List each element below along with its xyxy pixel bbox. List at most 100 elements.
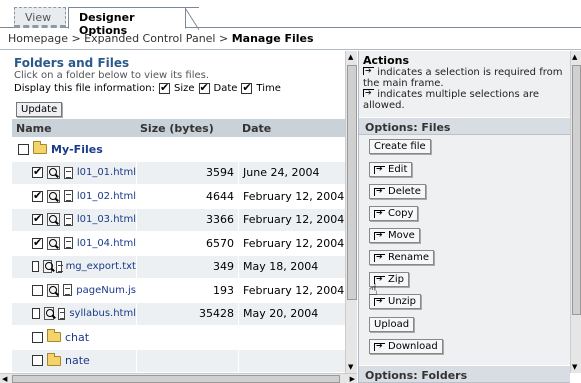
folder-link[interactable]: My-Files	[51, 143, 103, 156]
table-row[interactable]: mg_export.txt 349 May 18, 2004	[12, 255, 353, 279]
size-cell: 35428	[136, 302, 238, 325]
row-checkbox[interactable]	[32, 189, 43, 202]
table-row[interactable]: pageNum.js 193 February 12, 2004	[12, 279, 353, 303]
copy-button[interactable]: Copy	[369, 206, 419, 221]
file-link[interactable]: syllabus.html	[69, 308, 136, 319]
scroll-right-icon[interactable]: ▶	[350, 375, 355, 383]
folder-icon	[47, 352, 61, 366]
scroll-down-icon[interactable]: ▼	[572, 363, 577, 371]
file-link[interactable]: l01_01.html	[77, 167, 136, 178]
selection-icon	[374, 230, 385, 240]
actions-pane: Actions indicates a selection is require…	[358, 51, 570, 383]
size-cell: 6570	[136, 232, 238, 255]
table-row[interactable]: l01_04.html6570February 12, 2004	[12, 232, 353, 256]
file-link[interactable]: mg_export.txt	[66, 261, 136, 272]
name-cell: l01_04.html	[12, 236, 136, 250]
scroll-thumb[interactable]	[347, 65, 357, 300]
move-label: Move	[388, 230, 415, 241]
tab-designer-options[interactable]: Designer Options	[68, 7, 199, 37]
preview-icon[interactable]	[46, 236, 60, 250]
file-link[interactable]: l01_02.html	[77, 191, 136, 202]
name-cell: l01_01.html	[12, 165, 136, 180]
row-checkbox[interactable]	[32, 236, 43, 249]
rename-button[interactable]: Rename	[369, 250, 435, 265]
file-link[interactable]: l01_03.html	[77, 214, 136, 225]
table-row[interactable]: chat	[12, 326, 353, 350]
hscroll-thumb[interactable]	[12, 375, 340, 383]
date-cell	[238, 138, 353, 161]
table-row[interactable]: l01_01.html3594June 24, 2004	[12, 161, 353, 185]
preview-icon[interactable]	[46, 189, 60, 203]
create-file-button[interactable]: Create file	[369, 139, 431, 154]
scroll-left-icon[interactable]: ◀	[2, 375, 7, 383]
row-checkbox[interactable]	[32, 212, 43, 226]
breadcrumb-path[interactable]: Homepage > Expanded Control Panel >	[8, 32, 232, 45]
name-cell: mg_export.txt	[12, 260, 136, 274]
tab-view[interactable]: View	[14, 7, 66, 28]
date-label: Date	[213, 83, 238, 94]
table-row[interactable]: nate	[12, 349, 353, 373]
display-label: Display this file information:	[14, 83, 155, 94]
name-cell: pageNum.js	[12, 283, 136, 297]
size-checkbox[interactable]	[158, 81, 170, 94]
file-link[interactable]: l01_04.html	[77, 238, 136, 249]
display-options: Display this file information: Size Date…	[14, 81, 281, 94]
delete-button[interactable]: Delete	[369, 184, 426, 199]
download-button[interactable]: Download	[369, 339, 443, 354]
file-icon	[63, 166, 73, 179]
time-checkbox[interactable]	[241, 81, 253, 94]
scroll-thumb[interactable]	[572, 65, 581, 315]
breadcrumb-current: Manage Files	[231, 32, 314, 45]
date-cell: February 12, 2004	[238, 279, 353, 302]
row-checkbox[interactable]	[32, 331, 43, 343]
actions-legend: Actions indicates a selection is require…	[363, 55, 568, 111]
options-files-header: Options: Files	[359, 117, 570, 135]
col-size-header[interactable]: Size (bytes)	[136, 119, 238, 137]
size-cell	[136, 326, 238, 349]
update-button[interactable]: Update	[16, 102, 63, 117]
file-browser-pane: Folders and Files Click on a folder belo…	[6, 51, 353, 373]
left-vertical-scrollbar[interactable]: ▲ ▼	[345, 51, 357, 373]
name-cell: l01_02.html	[12, 189, 136, 203]
file-link[interactable]: pageNum.js	[76, 285, 136, 296]
delete-label: Delete	[388, 186, 421, 197]
preview-icon[interactable]	[44, 307, 55, 321]
upload-button[interactable]: Upload	[369, 317, 415, 332]
table-row[interactable]: My-Files	[12, 138, 353, 162]
row-checkbox[interactable]	[32, 261, 40, 273]
size-cell: 349	[136, 255, 238, 278]
move-button[interactable]: Move	[369, 228, 420, 243]
row-checkbox[interactable]	[32, 284, 43, 296]
col-name-header[interactable]: Name	[12, 119, 136, 137]
preview-icon[interactable]	[43, 260, 54, 274]
name-cell: My-Files	[12, 141, 136, 156]
folder-link[interactable]: chat	[65, 331, 89, 344]
left-horizontal-scrollbar[interactable]: ◀ ▶	[0, 373, 357, 383]
right-vertical-scrollbar[interactable]: ▲ ▼	[570, 51, 581, 373]
multiple-selection-icon	[363, 87, 374, 98]
preview-icon[interactable]	[46, 213, 60, 227]
preview-icon[interactable]	[46, 283, 60, 297]
date-checkbox[interactable]	[198, 81, 210, 94]
folder-link[interactable]: nate	[65, 354, 90, 367]
table-row[interactable]: l01_03.html3366February 12, 2004	[12, 208, 353, 232]
row-checkbox[interactable]	[32, 308, 41, 320]
note-selection-required: indicates a selection is required from t…	[363, 67, 563, 89]
date-cell: February 12, 2004	[238, 232, 353, 255]
preview-icon[interactable]	[46, 166, 60, 180]
table-row[interactable]: syllabus.html 35428 May 20, 2004	[12, 302, 353, 326]
row-checkbox[interactable]	[32, 165, 43, 179]
size-cell: 193	[136, 279, 238, 302]
date-cell: May 18, 2004	[238, 255, 353, 278]
row-checkbox[interactable]	[32, 355, 43, 367]
edit-button[interactable]: Edit	[369, 162, 413, 177]
scroll-up-icon[interactable]: ▲	[572, 53, 577, 61]
rename-label: Rename	[388, 252, 430, 263]
scroll-down-icon[interactable]: ▼	[348, 363, 353, 371]
row-checkbox[interactable]	[18, 143, 29, 155]
file-icon	[55, 260, 63, 273]
table-row[interactable]: l01_02.html4644February 12, 2004	[12, 185, 353, 209]
col-date-header[interactable]: Date	[238, 119, 353, 137]
scroll-up-icon[interactable]: ▲	[348, 53, 353, 61]
tab-bar: View Designer Options	[0, 0, 581, 37]
